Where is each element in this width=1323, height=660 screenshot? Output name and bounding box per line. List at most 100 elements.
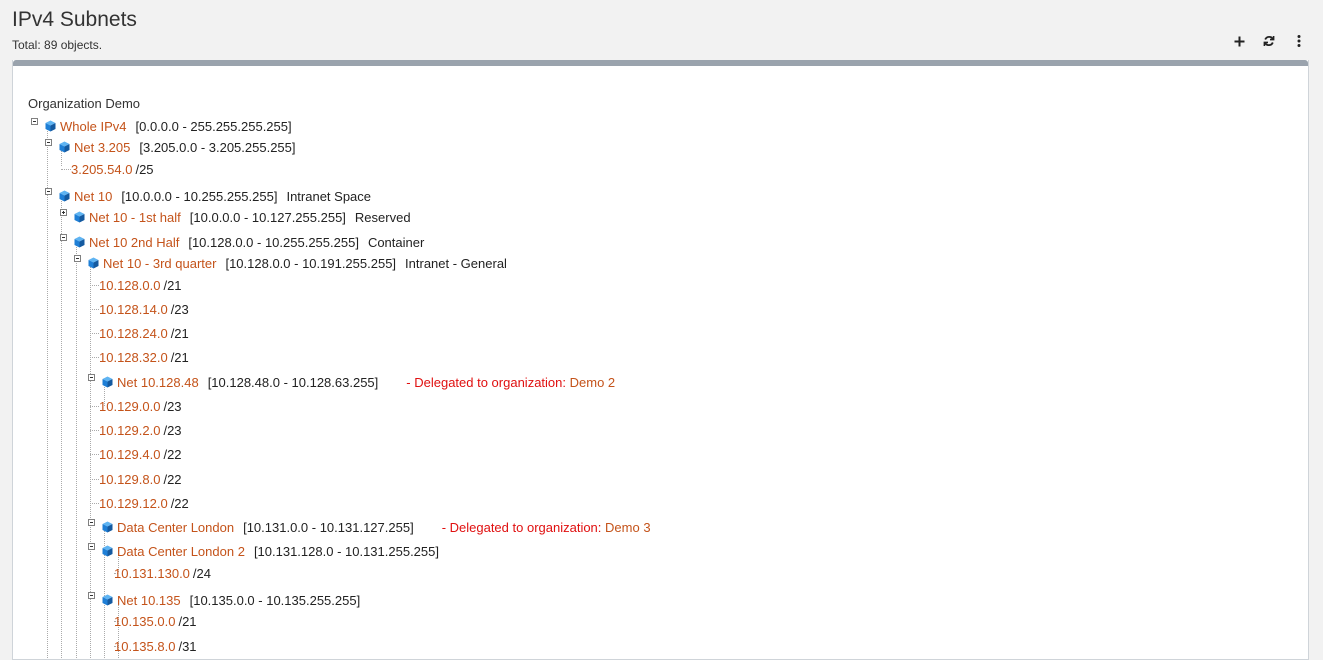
network-link[interactable]: Whole IPv4 [60,119,126,134]
network-cube-icon [45,120,56,132]
delegated-org-link[interactable]: Demo 3 [605,520,651,535]
network-cube-icon [102,376,113,388]
network-link[interactable]: 10.129.0.0 [99,399,160,414]
ip-range: [10.0.0.0 - 10.255.255.255] [121,188,278,204]
network-link[interactable]: Net 10 [74,189,112,204]
collapse-toggle[interactable] [74,255,81,262]
tree-node-subnet: 10.129.2.0/23 [99,421,182,439]
prefix-length: /22 [163,446,182,462]
tree-connector-line [61,169,71,170]
tree-node-subnet: 10.129.8.0/22 [99,470,182,488]
network-link[interactable]: 10.129.8.0 [99,472,160,487]
collapse-toggle[interactable] [88,543,95,550]
network-link[interactable]: Data Center London 2 [117,544,245,559]
network-cube-icon [74,236,85,248]
tree-node-network: Data Center London 2 [10.131.128.0 - 10.1… [102,542,439,560]
tree-node-subnet: 10.129.4.0/22 [99,445,182,463]
network-link[interactable]: Net 10 2nd Half [89,235,179,250]
tree-node-network: Whole IPv4 [0.0.0.0 - 255.255.255.255] [45,117,292,135]
tree-connector-line [90,285,99,286]
tree-node-network: Net 10.135 [10.135.0.0 - 10.135.255.255] [102,591,360,609]
tree-connector-line [76,242,77,659]
delegation-notice: - Delegated to organization: Demo 2 [406,375,615,390]
toolbar [1229,32,1309,50]
prefix-length: /21 [163,277,182,293]
tree-node-network: Net 10.128.48 [10.128.48.0 - 10.128.63.25… [102,373,615,391]
network-link[interactable]: 10.135.0.0 [114,614,175,629]
network-link[interactable]: 10.135.8.0 [114,639,175,654]
network-link[interactable]: 10.129.4.0 [99,447,160,462]
collapse-toggle[interactable] [45,188,52,195]
network-link[interactable]: Net 10 - 1st half [89,210,181,225]
delegation-label: - Delegated to organization: [406,374,566,390]
prefix-length: /22 [170,495,189,511]
tree-node-network: Data Center London [10.131.0.0 - 10.131.1… [102,518,651,536]
delegation-notice: - Delegated to organization: Demo 3 [442,520,651,535]
ip-range: [10.135.0.0 - 10.135.255.255] [189,592,361,608]
ip-range: [10.128.48.0 - 10.128.63.255] [207,374,379,390]
network-description: Container [367,234,425,250]
prefix-length: /21 [170,325,189,341]
tree-node-network: Net 10 [10.0.0.0 - 10.255.255.255] Intrane… [59,187,371,205]
prefix-length: /23 [163,422,182,438]
subnet-tree: Organization Demo Whole IPv4 [0.0.0.0 - 2… [13,66,1308,659]
collapse-toggle[interactable] [31,118,38,125]
network-link[interactable]: Net 10.135 [117,593,181,608]
ip-range: [10.0.0.0 - 10.127.255.255] [189,209,346,225]
network-cube-icon [59,190,70,202]
tree-node-network: Net 10 - 3rd quarter [10.128.0.0 - 10.191… [88,254,507,272]
network-link[interactable]: Data Center London [117,520,234,535]
tree-connector-line [90,406,99,407]
tree-node-subnet: 10.135.8.0/31 [114,637,197,655]
network-link[interactable]: 10.131.130.0 [114,566,190,581]
subnet-panel: Organization Demo Whole IPv4 [0.0.0.0 - 2… [12,60,1309,660]
prefix-length: /21 [178,613,197,629]
prefix-length: /23 [163,398,182,414]
network-cube-icon [102,521,113,533]
prefix-length: /22 [163,471,182,487]
tree-connector-line [90,503,99,504]
collapse-toggle[interactable] [60,234,67,241]
network-link[interactable]: 10.128.32.0 [99,350,168,365]
collapse-toggle[interactable] [88,374,95,381]
tree-connector-line [90,309,99,310]
expand-toggle[interactable] [60,209,67,216]
delegation-label: - Delegated to organization: [441,519,602,535]
collapse-toggle[interactable] [88,592,95,599]
prefix-length: /24 [192,565,211,581]
network-description: Intranet Space [286,188,372,204]
network-link[interactable]: Net 10.128.48 [117,375,199,390]
prefix-length: /25 [135,161,154,177]
refresh-button[interactable] [1259,32,1279,50]
add-button[interactable] [1229,32,1249,50]
ip-range: [10.131.0.0 - 10.131.127.255] [243,519,414,535]
network-link[interactable]: 3.205.54.0 [71,162,132,177]
collapse-toggle[interactable] [45,139,52,146]
network-cube-icon [59,141,70,153]
more-options-button[interactable] [1289,32,1309,50]
network-description: Intranet - General [405,255,507,271]
tree-connector-line [47,126,48,659]
tree-node-subnet: 10.129.12.0/22 [99,494,189,512]
network-link[interactable]: 10.128.14.0 [99,302,168,317]
network-link[interactable]: Net 10 - 3rd quarter [103,256,216,271]
ip-range: [3.205.0.0 - 3.205.255.255] [139,139,296,155]
network-link[interactable]: Net 3.205 [74,140,130,155]
prefix-length: /23 [170,301,189,317]
network-link[interactable]: 10.128.24.0 [99,326,168,341]
tree-node-network: Net 10 - 1st half [10.0.0.0 - 10.127.255.… [74,208,411,226]
network-cube-icon [102,594,113,606]
network-link[interactable]: 10.128.0.0 [99,278,160,293]
delegated-org-link[interactable]: Demo 2 [570,375,616,390]
tree-node-subnet: 10.129.0.0/23 [99,397,182,415]
ip-range: [10.128.0.0 - 10.191.255.255] [225,255,397,271]
network-cube-icon [102,545,113,557]
network-cube-icon [74,211,85,223]
network-link[interactable]: 10.129.2.0 [99,423,160,438]
network-link[interactable]: 10.129.12.0 [99,496,168,511]
tree-node-network: Net 3.205 [3.205.0.0 - 3.205.255.255] [59,138,296,156]
network-description: Reserved [354,209,411,225]
collapse-toggle[interactable] [88,519,95,526]
tree-node-subnet: 10.131.130.0/24 [114,564,211,582]
tree-node-subnet: 10.128.0.0/21 [99,276,182,294]
